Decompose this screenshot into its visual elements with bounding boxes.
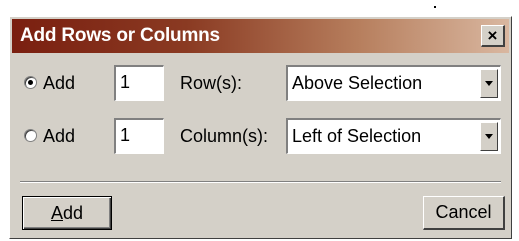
rows-option-row: Add 1 Row(s): Above Selection — [10, 65, 511, 101]
columns-unit-label: Column(s): — [180, 126, 269, 146]
dialog-title: Add Rows or Columns — [20, 25, 220, 46]
close-icon: × — [487, 26, 498, 45]
columns-position-value: Left of Selection — [292, 126, 422, 146]
add-columns-label: Add — [43, 126, 76, 146]
add-rows-or-columns-dialog: Add Rows or Columns × Add 1 Row(s): Abov… — [9, 16, 512, 239]
columns-count-input[interactable]: 1 — [114, 118, 164, 154]
rows-position-value: Above Selection — [292, 73, 423, 93]
chevron-down-icon[interactable] — [480, 69, 498, 98]
rows-unit-label: Row(s): — [180, 73, 242, 93]
cancel-button[interactable]: Cancel — [423, 196, 505, 230]
add-rows-label: Add — [43, 73, 76, 93]
close-button[interactable]: × — [481, 25, 505, 47]
add-rows-radio[interactable] — [24, 76, 37, 89]
radio-selected-dot — [28, 80, 33, 85]
stray-dot — [434, 6, 436, 8]
rows-position-select[interactable]: Above Selection — [286, 65, 501, 101]
columns-option-row: Add 1 Column(s): Left of Selection — [10, 118, 511, 154]
add-button[interactable]: Add — [22, 196, 112, 230]
add-columns-radio[interactable] — [24, 129, 37, 142]
add-button-mnemonic: A — [50, 202, 63, 223]
screen: Add Rows or Columns × Add 1 Row(s): Abov… — [0, 0, 519, 241]
separator — [20, 181, 501, 183]
add-button-label-rest: dd — [62, 202, 84, 223]
chevron-down-icon[interactable] — [480, 122, 498, 151]
columns-position-select[interactable]: Left of Selection — [286, 118, 501, 154]
rows-count-input[interactable]: 1 — [114, 65, 164, 101]
title-bar[interactable]: Add Rows or Columns × — [12, 19, 509, 53]
